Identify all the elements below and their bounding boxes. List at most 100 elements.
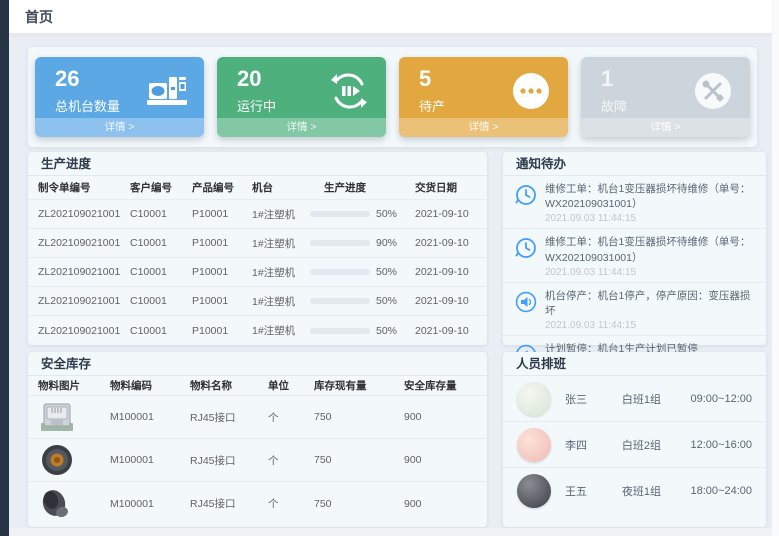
panel-title-notifications: 通知待办 xyxy=(503,152,766,176)
col-header: 物料图片 xyxy=(38,378,110,393)
progress-label: 50% xyxy=(376,208,397,220)
stat-detail-link[interactable]: 详情 > xyxy=(399,118,568,137)
list-item[interactable]: 维修工单：机台1变压器损坏待维修（单号：WX202109031001） 2021… xyxy=(503,229,766,282)
list-item[interactable]: 张三 白班1组 09:00~12:00 xyxy=(503,376,766,422)
stat-card-total-machines[interactable]: 26 总机台数量 详情 > xyxy=(35,57,204,137)
table-row[interactable]: ZL202109021001 C10001 P10001 1#注塑机 50% 2… xyxy=(28,316,487,345)
product-no: P10001 xyxy=(192,266,252,278)
notification-content: 机台停产：机台1停产，停产原因：变压器损坏 2021.09.03 11:44:1… xyxy=(545,289,756,331)
progress-label: 50% xyxy=(376,266,397,278)
progress-cell: 50% xyxy=(310,295,415,307)
col-header: 安全库存量 xyxy=(404,378,489,393)
stat-card-text: 26 总机台数量 xyxy=(55,66,120,114)
fault-icon xyxy=(692,71,734,111)
stat-card-fault[interactable]: 1 故障 详情 > xyxy=(581,57,750,137)
machine-icon xyxy=(146,71,188,111)
notification-text: 维修工单：机台1变压器损坏待维修（单号：WX202109031001） xyxy=(545,182,756,212)
page-bottom-gutter xyxy=(9,528,772,536)
material-name: RJ45接口 xyxy=(190,410,268,425)
speaker-icon xyxy=(515,291,537,313)
product-no: P10001 xyxy=(192,208,252,220)
stat-label: 运行中 xyxy=(237,96,276,115)
customer-no: C10001 xyxy=(130,208,192,220)
customer-no: C10001 xyxy=(130,237,192,249)
order-no: ZL202109021001 xyxy=(38,325,130,337)
stat-card-text: 1 故障 xyxy=(601,66,627,114)
tab-home[interactable]: 首页 xyxy=(19,7,59,27)
safety-qty: 900 xyxy=(404,454,489,466)
shift-group: 白班2组 xyxy=(622,437,691,453)
panel-title-schedule: 人员排班 xyxy=(503,352,766,376)
stat-detail-link[interactable]: 详情 > xyxy=(581,118,750,137)
delivery-date: 2021-09-10 xyxy=(415,325,487,337)
list-item[interactable]: 维修工单：机台1变压器损坏待维修（单号：WX202109031001） 2021… xyxy=(503,176,766,229)
stat-detail-link[interactable]: 详情 > xyxy=(35,118,204,137)
person-name: 张三 xyxy=(565,391,622,407)
stat-card-running[interactable]: 20 运行中 详情 > xyxy=(217,57,386,137)
table-row[interactable]: M100001 RJ45接口 个 750 900 xyxy=(28,482,487,525)
col-header: 交货日期 xyxy=(415,180,487,195)
progress-bar xyxy=(310,211,370,217)
progress-bar xyxy=(310,240,370,246)
stock-qty: 750 xyxy=(314,411,404,423)
stat-label: 总机台数量 xyxy=(55,96,120,115)
table-row[interactable]: M100001 RJ45接口 个 750 900 xyxy=(28,396,487,439)
progress-cell: 90% xyxy=(310,237,415,249)
shift-group: 夜班1组 xyxy=(622,483,691,499)
machine-name: 1#注塑机 xyxy=(252,294,310,309)
machine-name: 1#注塑机 xyxy=(252,265,310,280)
panel-title-production: 生产进度 xyxy=(28,152,487,176)
notification-content: 维修工单：机台1变压器损坏待维修（单号：WX202109031001） 2021… xyxy=(545,182,756,224)
list-item[interactable]: 王五 夜班1组 18:00~24:00 xyxy=(503,468,766,514)
progress-bar xyxy=(310,298,370,304)
notification-time: 2021.09.03 11:44:15 xyxy=(545,267,756,278)
customer-no: C10001 xyxy=(130,266,192,278)
notifications-panel: 通知待办 维修工单：机台1变压器损坏待维修（单号：WX202109031001）… xyxy=(503,152,766,345)
dashboard-content: 26 总机台数量 详情 > 20 运行中 详情 > xyxy=(9,35,772,528)
col-header: 库存现有量 xyxy=(314,378,404,393)
col-header: 单位 xyxy=(268,378,314,393)
material-unit: 个 xyxy=(268,453,314,468)
material-code: M100001 xyxy=(110,498,190,510)
col-header: 物料名称 xyxy=(190,378,268,393)
stat-value: 20 xyxy=(237,66,276,92)
delivery-date: 2021-09-10 xyxy=(415,295,487,307)
shift-group: 白班1组 xyxy=(622,391,691,407)
table-row[interactable]: ZL202109021001 C10001 P10001 1#注塑机 90% 2… xyxy=(28,229,487,258)
table-row[interactable]: M100001 RJ45接口 个 750 900 xyxy=(28,439,487,482)
notification-text: 维修工单：机台1变压器损坏待维修（单号：WX202109031001） xyxy=(545,235,756,265)
order-no: ZL202109021001 xyxy=(38,266,130,278)
panel-title-inventory: 安全库存 xyxy=(28,352,487,376)
table-row[interactable]: ZL202109021001 C10001 P10001 1#注塑机 50% 2… xyxy=(28,258,487,287)
product-no: P10001 xyxy=(192,295,252,307)
inventory-table-header: 物料图片 物料编码 物料名称 单位 库存现有量 安全库存量 xyxy=(28,376,487,396)
material-unit: 个 xyxy=(268,496,314,511)
speaker-side-photo xyxy=(38,487,76,520)
stat-detail-link[interactable]: 详情 > xyxy=(217,118,386,137)
col-header: 产品编号 xyxy=(192,180,252,195)
avatar xyxy=(517,382,551,416)
list-item[interactable]: 李四 白班2组 12:00~16:00 xyxy=(503,422,766,468)
shift-time: 09:00~12:00 xyxy=(691,393,752,405)
product-no: P10001 xyxy=(192,325,252,337)
speaker-front-photo xyxy=(38,444,76,477)
machine-name: 1#注塑机 xyxy=(252,207,310,222)
stat-cards-panel: 26 总机台数量 详情 > 20 运行中 详情 > xyxy=(28,47,757,147)
material-name: RJ45接口 xyxy=(190,496,268,511)
machine-name: 1#注塑机 xyxy=(252,236,310,251)
avatar xyxy=(517,428,551,462)
table-row[interactable]: ZL202109021001 C10001 P10001 1#注塑机 50% 2… xyxy=(28,200,487,229)
stat-value: 5 xyxy=(419,66,445,92)
safety-qty: 900 xyxy=(404,411,489,423)
progress-bar xyxy=(310,269,370,275)
person-name: 李四 xyxy=(565,437,622,453)
table-row[interactable]: ZL202109021001 C10001 P10001 1#注塑机 50% 2… xyxy=(28,287,487,316)
notification-text: 机台停产：机台1停产，停产原因：变压器损坏 xyxy=(545,289,756,319)
running-icon xyxy=(328,71,370,111)
product-no: P10001 xyxy=(192,237,252,249)
rj45-connector-photo xyxy=(38,401,76,434)
delivery-date: 2021-09-10 xyxy=(415,266,487,278)
material-code: M100001 xyxy=(110,454,190,466)
stat-card-pending[interactable]: 5 待产 详情 > xyxy=(399,57,568,137)
list-item[interactable]: 机台停产：机台1停产，停产原因：变压器损坏 2021.09.03 11:44:1… xyxy=(503,283,766,336)
